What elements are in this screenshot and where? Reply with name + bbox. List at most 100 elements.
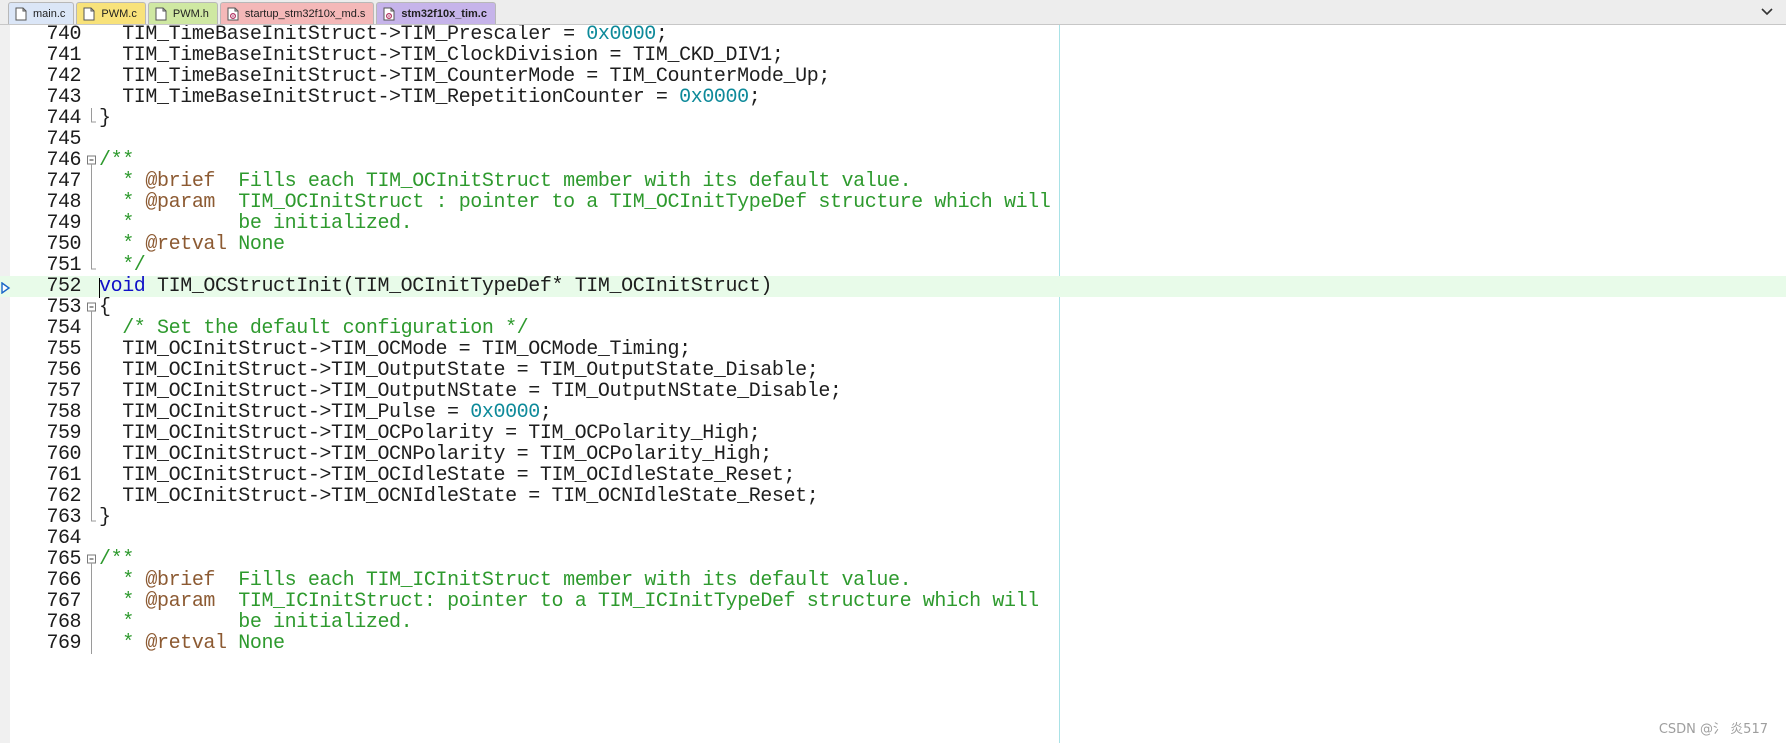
code-token: TIM_TimeBaseInitStruct->TIM_RepetitionCo…: [99, 86, 680, 109]
line-number: 762: [46, 485, 81, 508]
line-number: 743: [46, 86, 81, 109]
code-line[interactable]: 743 TIM_TimeBaseInitStruct->TIM_Repetiti…: [0, 87, 1786, 108]
code-line[interactable]: 750 * @retval None: [0, 234, 1786, 255]
code-line[interactable]: 760 TIM_OCInitStruct->TIM_OCNPolarity = …: [0, 444, 1786, 465]
code-token: @brief: [145, 170, 216, 193]
code-line[interactable]: 759 TIM_OCInitStruct->TIM_OCPolarity = T…: [0, 423, 1786, 444]
code-line[interactable]: 758 TIM_OCInitStruct->TIM_Pulse = 0x0000…: [0, 402, 1786, 423]
code-token: TIM_OCInitStruct->TIM_OCNIdleState = TIM…: [99, 485, 819, 508]
tab-startup-stm32f10x-md-s[interactable]: startup_stm32f10x_md.s: [219, 2, 375, 24]
code-line[interactable]: 757 TIM_OCInitStruct->TIM_OutputNState =…: [0, 381, 1786, 402]
code-line[interactable]: 764: [0, 528, 1786, 549]
code-token: */: [99, 254, 146, 277]
code-line[interactable]: 751 */: [0, 255, 1786, 276]
code-editor[interactable]: 740 TIM_TimeBaseInitStruct->TIM_Prescale…: [0, 25, 1786, 743]
code-token: @brief: [145, 569, 216, 592]
code-text: * @retval None: [99, 633, 285, 654]
tab-pwm-h[interactable]: PWM.h: [147, 2, 218, 24]
code-line[interactable]: 756 TIM_OCInitStruct->TIM_OutputState = …: [0, 360, 1786, 381]
fold-line-icon: [91, 381, 92, 402]
fold-collapse-icon[interactable]: [85, 297, 99, 318]
code-line[interactable]: 753 {: [0, 297, 1786, 318]
fold-end-icon: [91, 507, 96, 522]
code-text: TIM_OCInitStruct->TIM_Pulse = 0x0000;: [99, 402, 552, 423]
fold-line-icon: [91, 234, 92, 255]
code-token: *: [99, 233, 146, 256]
text-caret: [99, 278, 100, 298]
tab-label: startup_stm32f10x_md.s: [244, 7, 366, 20]
gear-file-icon: [383, 7, 395, 20]
fold-line-icon: [91, 633, 92, 654]
line-number: 750: [46, 233, 81, 256]
fold-collapse-icon[interactable]: [85, 150, 99, 171]
code-line[interactable]: 746 /**: [0, 150, 1786, 171]
code-text: */: [99, 254, 146, 277]
code-token: @param: [145, 590, 216, 613]
code-text: * @brief Fills each TIM_ICInitStruct mem…: [99, 570, 911, 591]
code-text: * be initialized.: [99, 612, 412, 633]
code-token: TIM_TimeBaseInitStruct->TIM_Prescaler =: [99, 25, 587, 46]
fold-line-icon: [91, 570, 92, 591]
code-line[interactable]: 744}: [0, 108, 1786, 129]
line-number: 748: [46, 191, 81, 214]
tab-list-menu-button[interactable]: [1758, 3, 1776, 21]
code-token: TIM_OCStructInit(TIM_OCInitTypeDef* TIM_…: [145, 275, 772, 298]
code-line[interactable]: 765 /**: [0, 549, 1786, 570]
code-text: }: [99, 507, 111, 528]
code-line[interactable]: 754 /* Set the default configuration */: [0, 318, 1786, 339]
code-token: 0x0000: [586, 25, 656, 46]
fold-line-icon: [91, 402, 92, 423]
code-token: *: [99, 632, 146, 655]
code-line[interactable]: 766 * @brief Fills each TIM_ICInitStruct…: [0, 570, 1786, 591]
fold-collapse-icon[interactable]: [85, 549, 99, 570]
code-line[interactable]: 769 * @retval None: [0, 633, 1786, 654]
code-token: }: [99, 107, 111, 130]
code-text: * be initialized.: [99, 213, 412, 234]
code-line[interactable]: 755 TIM_OCInitStruct->TIM_OCMode = TIM_O…: [0, 339, 1786, 360]
code-token: ;: [655, 25, 668, 46]
tab-stm32f10x-tim-c[interactable]: stm32f10x_tim.c: [376, 2, 496, 24]
code-line[interactable]: 763}: [0, 507, 1786, 528]
code-token: TIM_OCInitStruct->TIM_OutputState = TIM_…: [99, 359, 819, 382]
line-number: 758: [46, 401, 81, 424]
line-number: 756: [46, 359, 81, 382]
code-text: TIM_OCInitStruct->TIM_OCMode = TIM_OCMod…: [99, 339, 691, 360]
code-text: * @param TIM_OCInitStruct : pointer to a…: [99, 192, 1051, 213]
line-number: 764: [46, 527, 81, 550]
code-line[interactable]: 762 TIM_OCInitStruct->TIM_OCNIdleState =…: [0, 486, 1786, 507]
code-line[interactable]: 768 * be initialized.: [0, 612, 1786, 633]
code-text: void TIM_OCStructInit(TIM_OCInitTypeDef*…: [99, 276, 772, 297]
code-token: TIM_OCInitStruct->TIM_OCMode = TIM_OCMod…: [99, 338, 691, 361]
code-line[interactable]: 767 * @param TIM_ICInitStruct: pointer t…: [0, 591, 1786, 612]
fold-line-icon: [91, 213, 92, 234]
code-token: TIM_OCInitStruct->TIM_OutputNState = TIM…: [99, 380, 842, 403]
code-line[interactable]: 742 TIM_TimeBaseInitStruct->TIM_CounterM…: [0, 66, 1786, 87]
line-number: 744: [46, 107, 81, 130]
tab-main-c[interactable]: main.c: [8, 2, 75, 24]
code-line[interactable]: 747 * @brief Fills each TIM_OCInitStruct…: [0, 171, 1786, 192]
line-number: 767: [46, 590, 81, 613]
code-line[interactable]: 745: [0, 129, 1786, 150]
code-line[interactable]: 748 * @param TIM_OCInitStruct : pointer …: [0, 192, 1786, 213]
code-text: /**: [99, 549, 134, 570]
fold-line-icon: [91, 171, 92, 192]
line-number: 754: [46, 317, 81, 340]
code-text: TIM_OCInitStruct->TIM_OCNPolarity = TIM_…: [99, 444, 772, 465]
fold-line-icon: [91, 444, 92, 465]
code-line[interactable]: 761 TIM_OCInitStruct->TIM_OCIdleState = …: [0, 465, 1786, 486]
code-line[interactable]: 752 void TIM_OCStructInit(TIM_OCInitTypeD…: [0, 276, 1786, 298]
code-line[interactable]: 749 * be initialized.: [0, 213, 1786, 234]
code-line[interactable]: 740 TIM_TimeBaseInitStruct->TIM_Prescale…: [0, 25, 1786, 45]
code-token: TIM_OCInitStruct->TIM_Pulse =: [99, 401, 471, 424]
code-token: None: [226, 233, 285, 256]
code-token: * be initialized.: [99, 212, 413, 235]
fold-line-icon: [91, 591, 92, 612]
code-token: @retval: [145, 233, 227, 256]
code-token: /* Set the default configuration */: [99, 317, 529, 340]
fold-end-icon: [91, 255, 96, 270]
fold-line-icon: [91, 318, 92, 339]
code-text: * @retval None: [99, 234, 285, 255]
code-text: /**: [99, 150, 134, 171]
tab-pwm-c[interactable]: PWM.c: [76, 2, 146, 24]
code-line[interactable]: 741 TIM_TimeBaseInitStruct->TIM_ClockDiv…: [0, 45, 1786, 66]
